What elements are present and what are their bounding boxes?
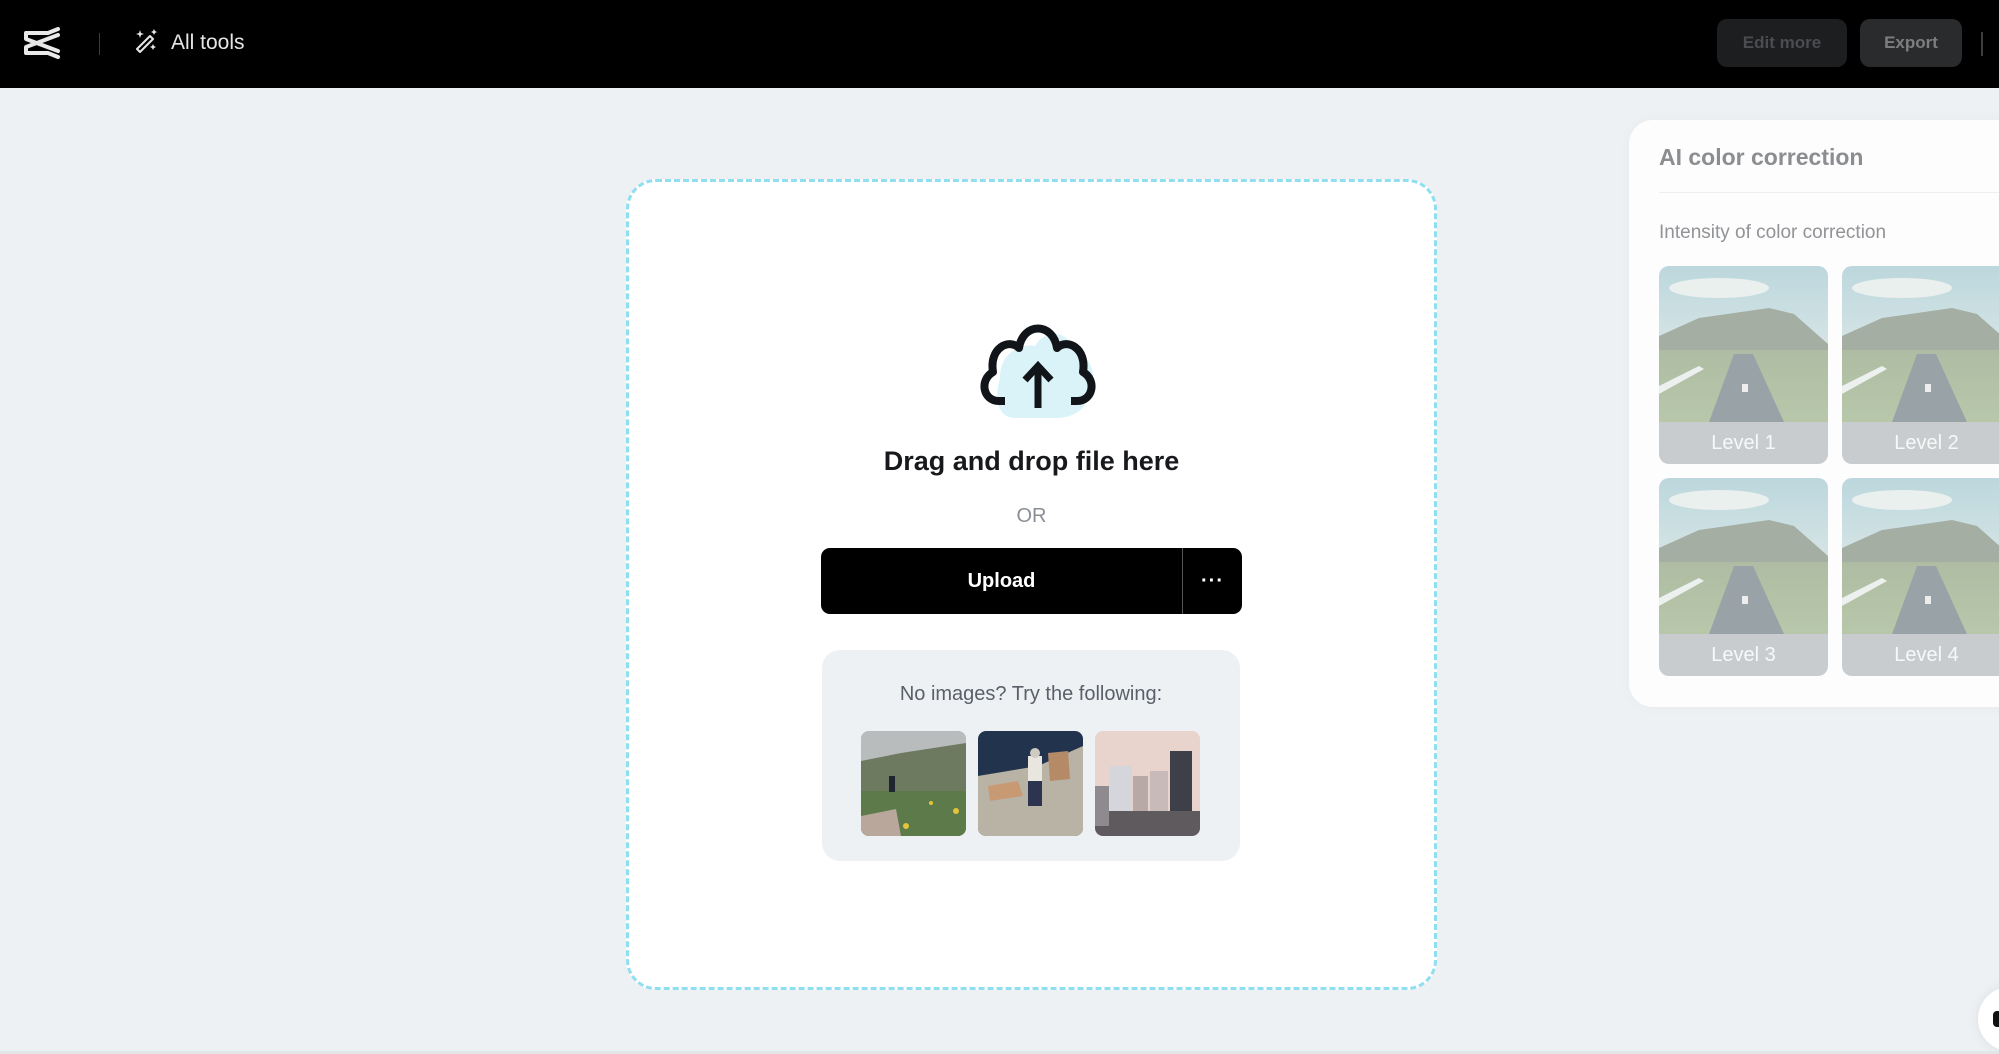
- sample-image-city[interactable]: [1095, 731, 1200, 836]
- header-divider-right: [1981, 32, 1983, 56]
- edit-more-button[interactable]: Edit more: [1717, 19, 1847, 67]
- floating-help-button[interactable]: [1978, 987, 1999, 1051]
- panel-title: AI color correction: [1659, 144, 1864, 170]
- file-dropzone[interactable]: Drag and drop file here OR Upload ··· No…: [626, 179, 1437, 990]
- level-grid: Level 1 Level 2 Level 3 Level 4: [1659, 266, 1999, 676]
- level-label: Level 4: [1842, 634, 1999, 676]
- all-tools-button[interactable]: All tools: [133, 26, 245, 60]
- cloud-upload-icon: [975, 318, 1100, 423]
- level-option-3[interactable]: Level 3: [1659, 478, 1828, 676]
- upload-button-group: Upload ···: [821, 548, 1242, 614]
- magic-wand-icon: [133, 27, 159, 59]
- level-label: Level 3: [1659, 634, 1828, 676]
- level-preview-image: [1842, 266, 1999, 422]
- more-options-button[interactable]: ···: [1183, 548, 1242, 614]
- panel-divider: [1659, 192, 1999, 193]
- level-option-4[interactable]: Level 4: [1842, 478, 1999, 676]
- sample-image-mountain[interactable]: [861, 731, 966, 836]
- level-preview-image: [1659, 266, 1828, 422]
- level-label: Level 1: [1659, 422, 1828, 464]
- drag-drop-title: Drag and drop file here: [883, 446, 1180, 476]
- help-icon: [1993, 1011, 1999, 1027]
- level-option-1[interactable]: Level 1: [1659, 266, 1828, 464]
- sample-images-card: No images? Try the following:: [822, 650, 1240, 861]
- level-label: Level 2: [1842, 422, 1999, 464]
- sample-image-seaside[interactable]: [978, 731, 1083, 836]
- level-preview-image: [1842, 478, 1999, 634]
- upload-button[interactable]: Upload: [821, 548, 1182, 614]
- header-divider: [99, 33, 100, 55]
- all-tools-label: All tools: [171, 31, 245, 54]
- top-bar: All tools Edit more Export: [0, 0, 1999, 88]
- level-preview-image: [1659, 478, 1828, 634]
- capcut-logo-icon[interactable]: [22, 27, 62, 59]
- export-button[interactable]: Export: [1860, 19, 1962, 67]
- level-option-2[interactable]: Level 2: [1842, 266, 1999, 464]
- sample-images-title: No images? Try the following:: [899, 683, 1163, 705]
- intensity-label: Intensity of color correction: [1659, 222, 1887, 243]
- ai-color-correction-panel: AI color correction Intensity of color c…: [1629, 120, 1999, 707]
- or-separator: OR: [1016, 505, 1047, 527]
